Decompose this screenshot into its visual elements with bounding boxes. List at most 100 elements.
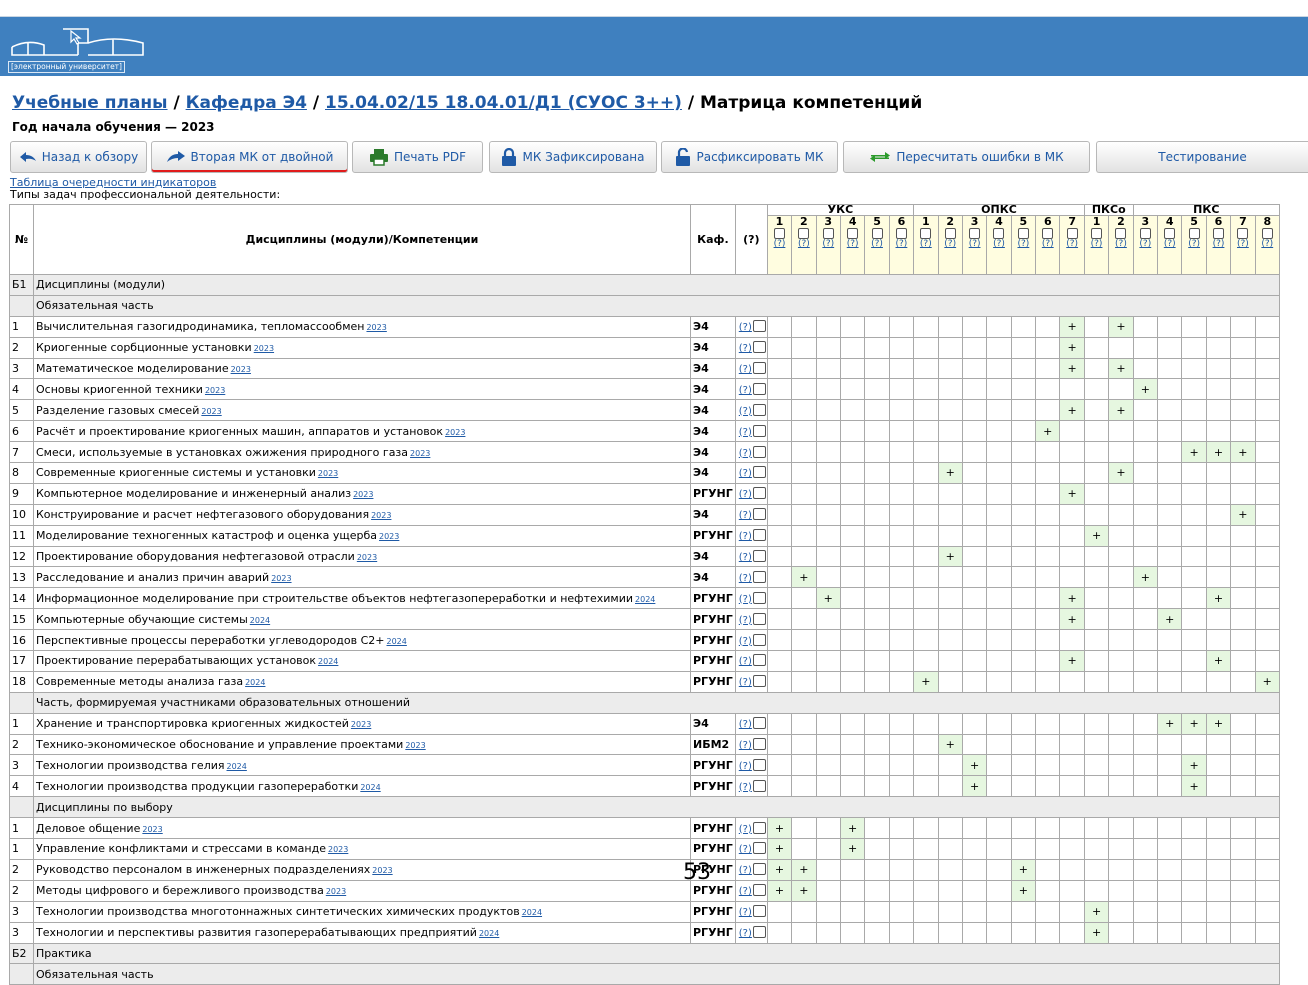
matrix-cell[interactable] <box>986 858 1012 881</box>
matrix-cell[interactable] <box>791 587 817 610</box>
matrix-cell[interactable] <box>1059 817 1085 840</box>
row-select-checkbox[interactable] <box>752 403 766 416</box>
matrix-cell[interactable] <box>913 587 939 610</box>
matrix-cell[interactable] <box>937 566 963 589</box>
matrix-cell[interactable] <box>1010 754 1037 777</box>
row-help-link[interactable]: (?) <box>739 761 752 772</box>
matrix-cell[interactable] <box>1035 336 1061 359</box>
competency-help-link[interactable]: (?) <box>1134 239 1156 250</box>
matrix-cell[interactable]: + <box>1181 441 1207 464</box>
row-help-link[interactable]: (?) <box>739 782 752 793</box>
row-help-link[interactable]: (?) <box>739 343 752 354</box>
matrix-cell[interactable] <box>1083 399 1110 422</box>
matrix-cell[interactable] <box>791 441 817 464</box>
matrix-cell[interactable] <box>1035 441 1061 464</box>
matrix-cell[interactable] <box>791 775 817 798</box>
matrix-cell[interactable]: + <box>1059 357 1085 380</box>
matrix-cell[interactable] <box>1205 629 1232 652</box>
row-help-link[interactable]: (?) <box>739 364 752 375</box>
matrix-cell[interactable] <box>1108 420 1134 443</box>
matrix-cell[interactable] <box>1230 629 1256 652</box>
discipline-year-link[interactable]: 2023 <box>372 866 392 875</box>
row-help-link[interactable]: (?) <box>739 824 752 835</box>
matrix-cell[interactable] <box>888 336 915 359</box>
matrix-cell[interactable] <box>791 921 817 944</box>
matrix-cell[interactable]: + <box>791 879 817 902</box>
discipline-year-link[interactable]: 2024 <box>250 616 270 625</box>
matrix-cell[interactable] <box>839 754 866 777</box>
matrix-cell[interactable] <box>888 608 915 631</box>
matrix-cell[interactable] <box>1132 462 1159 484</box>
matrix-cell[interactable] <box>1035 712 1061 735</box>
row-help-link[interactable]: (?) <box>739 531 752 542</box>
recalculate-errors-button[interactable]: Пересчитать ошибки в МК <box>843 141 1090 173</box>
matrix-cell[interactable] <box>1181 482 1207 505</box>
matrix-cell[interactable] <box>913 357 939 380</box>
matrix-cell[interactable] <box>1108 524 1134 547</box>
matrix-cell[interactable] <box>839 524 866 547</box>
discipline-year-link[interactable]: 2023 <box>271 574 291 583</box>
matrix-cell[interactable] <box>791 817 817 840</box>
matrix-cell[interactable] <box>986 378 1012 401</box>
matrix-cell[interactable] <box>766 900 793 923</box>
matrix-cell[interactable] <box>766 315 793 338</box>
competency-help-link[interactable]: (?) <box>939 239 961 250</box>
matrix-cell[interactable] <box>888 733 915 756</box>
matrix-cell[interactable] <box>888 399 915 422</box>
competency-help-link[interactable]: (?) <box>841 239 863 250</box>
matrix-cell[interactable] <box>1083 858 1110 881</box>
matrix-cell[interactable] <box>888 545 915 568</box>
matrix-cell[interactable] <box>815 733 841 756</box>
matrix-cell[interactable] <box>1157 817 1183 840</box>
matrix-cell[interactable] <box>1230 670 1256 693</box>
row-help-link[interactable]: (?) <box>739 552 752 563</box>
matrix-cell[interactable] <box>839 670 866 693</box>
competency-help-link[interactable]: (?) <box>1085 239 1107 250</box>
matrix-cell[interactable] <box>815 608 841 631</box>
matrix-cell[interactable] <box>815 545 841 568</box>
matrix-cell[interactable] <box>961 838 988 860</box>
matrix-cell[interactable] <box>1035 378 1061 401</box>
matrix-cell[interactable] <box>839 587 866 610</box>
discipline-year-link[interactable]: 2023 <box>231 365 251 374</box>
matrix-cell[interactable] <box>766 650 793 672</box>
matrix-cell[interactable] <box>1059 566 1085 589</box>
matrix-cell[interactable]: + <box>913 670 939 693</box>
matrix-cell[interactable] <box>1083 670 1110 693</box>
matrix-cell[interactable] <box>815 629 841 652</box>
matrix-cell[interactable] <box>1181 670 1207 693</box>
matrix-cell[interactable] <box>913 921 939 944</box>
matrix-cell[interactable] <box>1132 629 1159 652</box>
matrix-cell[interactable] <box>1132 670 1159 693</box>
matrix-cell[interactable] <box>1083 879 1110 902</box>
row-select-checkbox[interactable] <box>752 842 766 855</box>
matrix-cell[interactable] <box>1157 900 1183 923</box>
matrix-cell[interactable] <box>864 838 890 860</box>
matrix-cell[interactable] <box>1132 420 1159 443</box>
competency-select-checkbox[interactable] <box>1066 228 1078 239</box>
matrix-cell[interactable] <box>766 462 793 484</box>
matrix-cell[interactable] <box>1181 399 1207 422</box>
matrix-cell[interactable] <box>1205 608 1232 631</box>
matrix-cell[interactable] <box>1254 817 1280 840</box>
matrix-cell[interactable] <box>986 482 1012 505</box>
matrix-cell[interactable] <box>1059 858 1085 881</box>
matrix-cell[interactable] <box>1059 503 1085 526</box>
matrix-cell[interactable] <box>766 629 793 652</box>
matrix-cell[interactable] <box>1132 712 1159 735</box>
matrix-cell[interactable] <box>937 399 963 422</box>
matrix-cell[interactable] <box>1083 482 1110 505</box>
matrix-cell[interactable]: + <box>1010 879 1037 902</box>
matrix-cell[interactable] <box>815 357 841 380</box>
competency-select-checkbox[interactable] <box>1188 228 1200 239</box>
row-select-checkbox[interactable] <box>752 508 766 521</box>
matrix-cell[interactable] <box>1059 900 1085 923</box>
matrix-cell[interactable] <box>1205 921 1232 944</box>
matrix-cell[interactable] <box>1254 712 1280 735</box>
matrix-cell[interactable] <box>839 378 866 401</box>
matrix-cell[interactable] <box>888 817 915 840</box>
matrix-cell[interactable]: + <box>1157 608 1183 631</box>
matrix-cell[interactable] <box>913 503 939 526</box>
competency-select-checkbox[interactable] <box>969 228 981 239</box>
matrix-cell[interactable] <box>839 733 866 756</box>
